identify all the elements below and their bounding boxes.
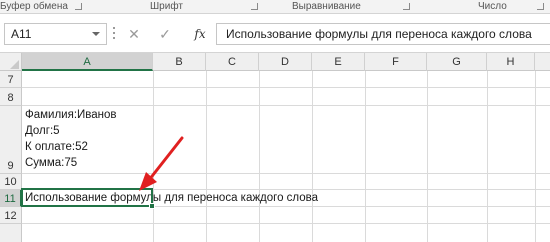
column-header-h[interactable]: H <box>487 53 535 71</box>
cell-line: Долг:5 <box>25 125 60 137</box>
formula-bar: A11 ✕ ✓ fx Использование формулы для пер… <box>0 14 550 53</box>
row-header-9[interactable]: 9 <box>0 106 22 174</box>
gridline <box>153 71 154 242</box>
cell-line: Сумма:75 <box>25 157 78 169</box>
ribbon-group-labels: Буфер обмена Шрифт Выравнивание Число <box>0 0 550 14</box>
chevron-down-icon[interactable] <box>92 32 100 36</box>
row-number: 8 <box>7 92 14 104</box>
column-header-d[interactable]: D <box>259 53 312 71</box>
fill-handle[interactable] <box>149 203 155 209</box>
column-header-g[interactable]: G <box>427 53 487 71</box>
gridline <box>365 71 366 242</box>
ribbon-group-number-label: Число <box>478 1 507 12</box>
confirm-edit-icon[interactable]: ✓ <box>155 24 175 44</box>
gridline <box>487 71 488 242</box>
row-number: 12 <box>4 210 17 222</box>
row-number: 10 <box>4 176 17 188</box>
gridline <box>206 71 207 242</box>
insert-function-icon[interactable]: fx <box>190 24 210 44</box>
column-header-c[interactable]: C <box>206 53 259 71</box>
gridline <box>22 223 550 224</box>
formula-input[interactable]: Использование формулы для переноса каждо… <box>216 23 550 45</box>
column-header-b[interactable]: B <box>153 53 206 71</box>
drag-handle-icon[interactable] <box>113 27 116 41</box>
gridline <box>22 105 550 106</box>
row-header-8[interactable]: 8 <box>0 88 22 106</box>
column-headers: A B C D E F G H <box>0 53 550 71</box>
row-header-12[interactable]: 12 <box>0 207 22 224</box>
cell-line: Фамилия:Иванов <box>25 109 117 121</box>
gridline <box>535 71 536 242</box>
row-number: 7 <box>7 74 14 86</box>
active-cell-border <box>21 188 153 207</box>
gridline <box>427 71 428 242</box>
cell-line: К оплате:52 <box>25 141 88 153</box>
cancel-edit-icon[interactable]: ✕ <box>124 24 144 44</box>
alignment-dialog-launcher-icon[interactable] <box>403 3 410 10</box>
column-header-f[interactable]: F <box>365 53 427 71</box>
row-header-7[interactable]: 7 <box>0 71 22 88</box>
gridline <box>312 71 313 242</box>
gridline <box>22 173 550 174</box>
ribbon-group-clipboard-label: Буфер обмена <box>0 1 68 12</box>
row-header-10[interactable]: 10 <box>0 174 22 190</box>
ribbon-group-alignment-label: Выравнивание <box>292 1 361 12</box>
select-all-icon <box>10 60 19 69</box>
font-dialog-launcher-icon[interactable] <box>251 3 258 10</box>
gridline <box>22 87 550 88</box>
column-header-a[interactable]: A <box>22 53 153 71</box>
gridline <box>259 71 260 242</box>
row-number: 11 <box>4 193 16 205</box>
row-header-13[interactable] <box>0 224 22 242</box>
row-header-11[interactable]: 11 <box>0 190 22 207</box>
number-dialog-launcher-icon[interactable] <box>537 3 544 10</box>
row-number: 9 <box>7 160 14 172</box>
select-all-button[interactable] <box>0 53 22 71</box>
clipboard-dialog-launcher-icon[interactable] <box>75 3 82 10</box>
column-header-e[interactable]: E <box>312 53 365 71</box>
ribbon-group-font-label: Шрифт <box>150 1 183 12</box>
